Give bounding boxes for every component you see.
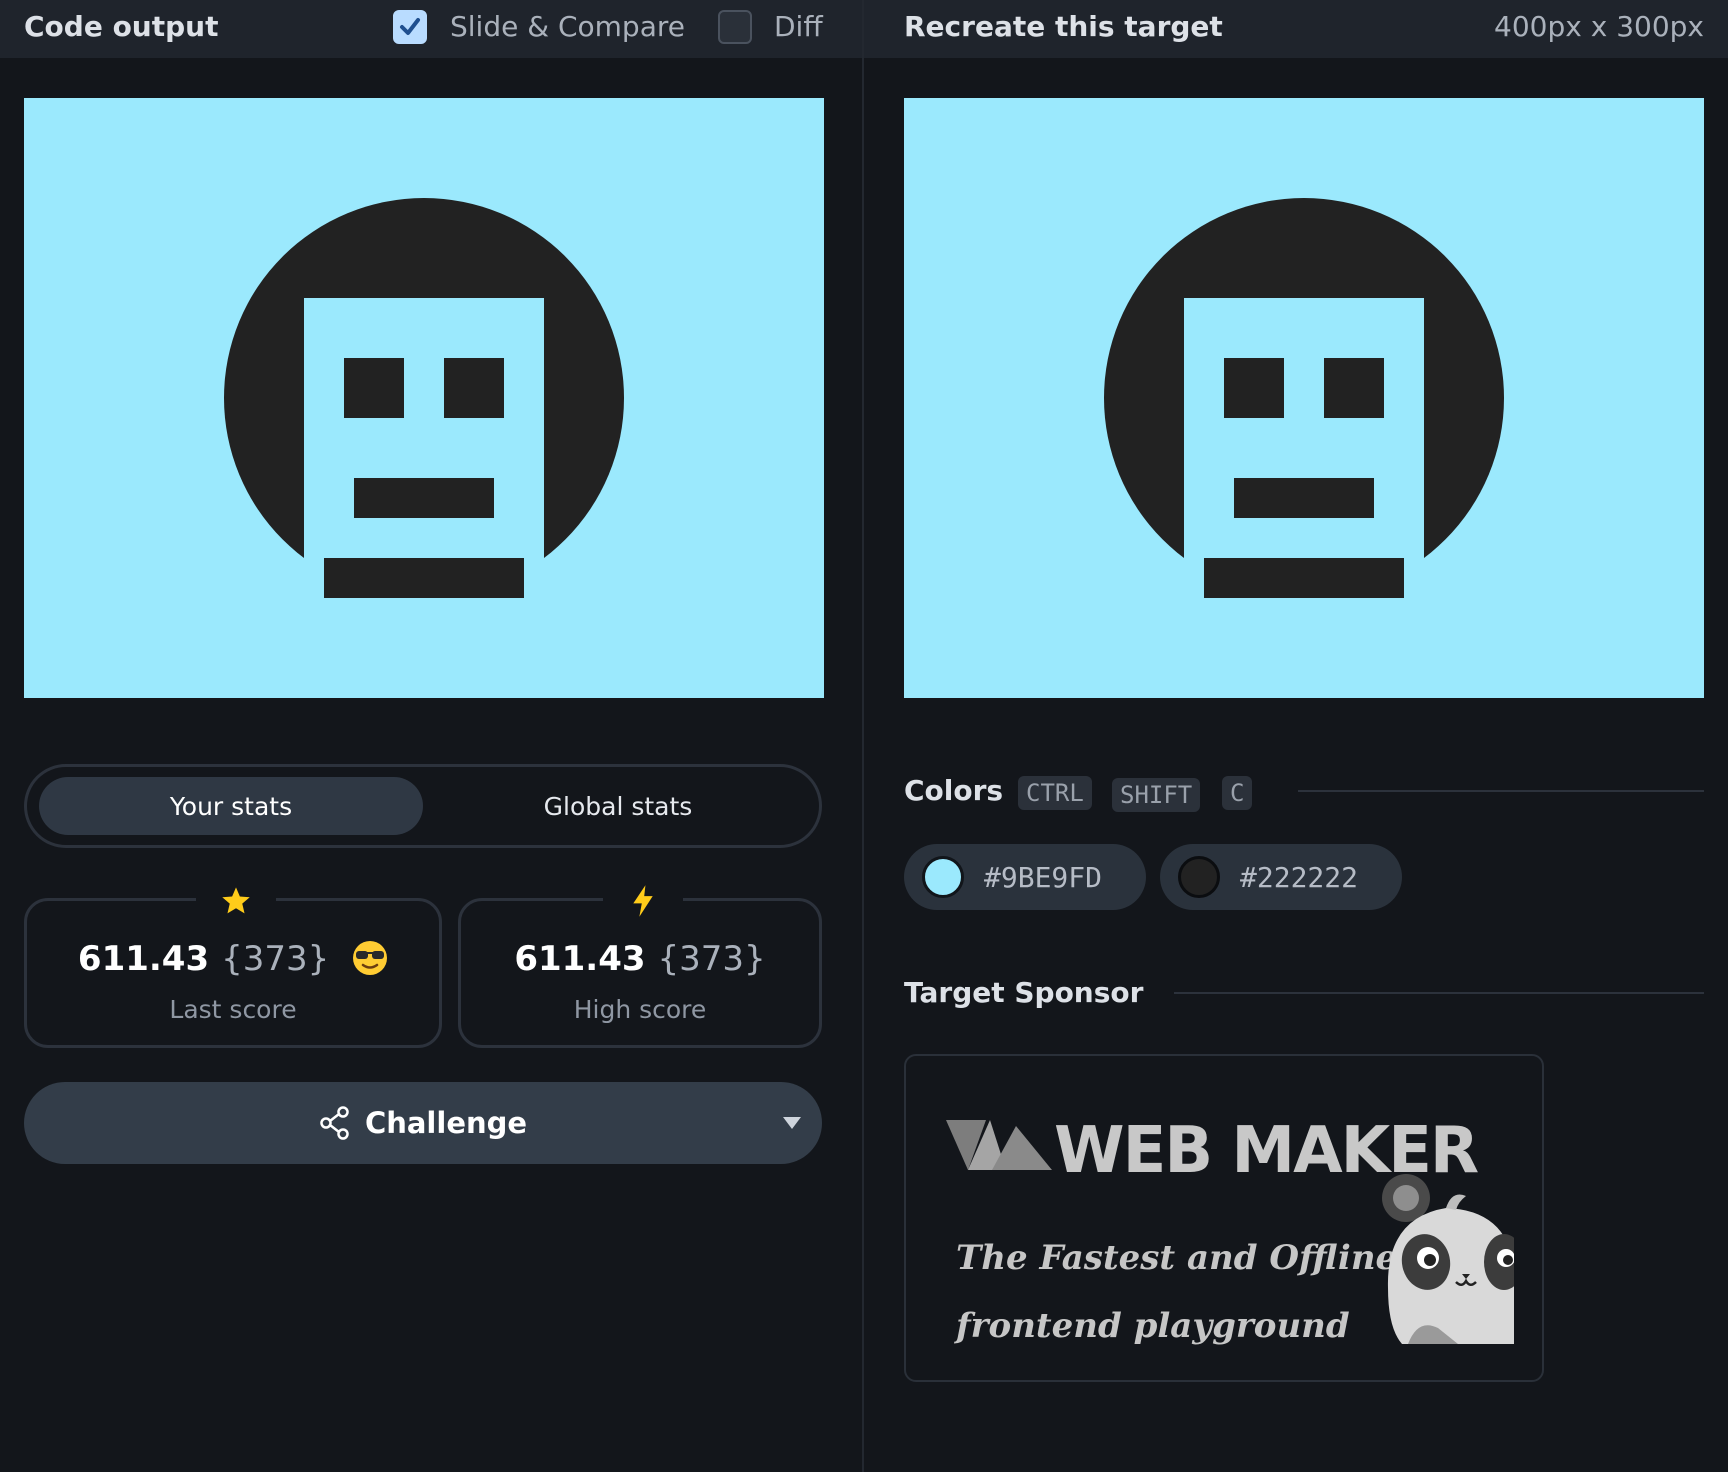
slide-compare-checkbox[interactable] — [393, 10, 427, 44]
lightning-icon — [603, 879, 683, 923]
swatch-circle — [1178, 856, 1220, 898]
last-score-card: 611.43 {373} Last score — [24, 879, 442, 1048]
high-score-label: High score — [573, 995, 707, 1024]
tab-your-stats[interactable]: Your stats — [39, 777, 423, 835]
stats-toggle: Your stats Global stats — [24, 764, 822, 848]
robot-right-eye — [444, 358, 504, 418]
chevron-down-icon[interactable] — [782, 1116, 802, 1130]
diff-label[interactable]: Diff — [774, 10, 823, 43]
color-hex: #222222 — [1240, 860, 1359, 894]
kbd-shift: SHIFT — [1112, 778, 1201, 812]
color-swatch-light-blue[interactable]: #9BE9FD — [904, 844, 1146, 910]
color-hex: #9BE9FD — [984, 860, 1103, 894]
star-icon — [196, 879, 276, 923]
sponsor-banner[interactable]: WEB MAKER The Fastest and Offline fronte… — [904, 1054, 1544, 1382]
sponsor-divider — [1174, 992, 1704, 994]
last-score-count: {373} — [221, 939, 330, 979]
swatch-circle — [922, 856, 964, 898]
robot-left-eye — [344, 358, 404, 418]
robot-mouth — [354, 478, 494, 518]
check-icon — [400, 18, 420, 35]
last-score-value: 611.43 {373} — [27, 939, 439, 979]
panda-mascot-icon — [1382, 1174, 1514, 1344]
share-icon — [320, 1106, 349, 1140]
challenge-label: Challenge — [364, 1106, 528, 1140]
sponsor-tagline-line1: The Fastest and Offline — [956, 1238, 1398, 1278]
high-score-number: 611.43 — [514, 939, 646, 979]
code-output-title: Code output — [24, 10, 219, 43]
robot-left-eye — [1224, 358, 1284, 418]
high-score-card: 611.43 {373} High score — [458, 879, 822, 1048]
high-score-count: {373} — [657, 939, 766, 979]
colors-divider — [1298, 790, 1704, 792]
target-header: Recreate this target 400px x 300px — [864, 0, 1728, 58]
robot-mouth — [1234, 478, 1374, 518]
sponsor-title: Target Sponsor — [904, 976, 1144, 1009]
sunglasses-emoji — [353, 941, 388, 975]
code-output-header: Code output Slide & Compare Diff — [0, 0, 862, 58]
target-preview — [904, 98, 1704, 698]
robot-neck-bar — [324, 558, 524, 598]
challenge-button[interactable]: Challenge — [24, 1082, 822, 1164]
robot-right-eye — [1324, 358, 1384, 418]
target-dimensions: 400px x 300px — [1494, 10, 1704, 43]
code-output-panel: Code output Slide & Compare Diff Your st… — [0, 0, 862, 1472]
kbd-c: C — [1222, 776, 1253, 810]
robot-neck-bar — [1204, 558, 1404, 598]
target-title: Recreate this target — [904, 10, 1223, 43]
high-score-value: 611.43 {373} — [461, 939, 819, 979]
diff-checkbox[interactable] — [718, 10, 752, 44]
colors-title: Colors — [904, 774, 1004, 807]
slide-compare-label[interactable]: Slide & Compare — [450, 10, 685, 43]
kbd-ctrl: CTRL — [1018, 776, 1092, 810]
last-score-label: Last score — [169, 995, 297, 1024]
code-output-preview[interactable] — [24, 98, 824, 698]
color-swatch-dark[interactable]: #222222 — [1160, 844, 1402, 910]
last-score-number: 611.43 — [77, 939, 210, 979]
tab-global-stats[interactable]: Global stats — [426, 777, 810, 835]
sponsor-tagline-line2: frontend playground — [956, 1306, 1350, 1346]
webmaker-logo-icon — [946, 1120, 1052, 1170]
